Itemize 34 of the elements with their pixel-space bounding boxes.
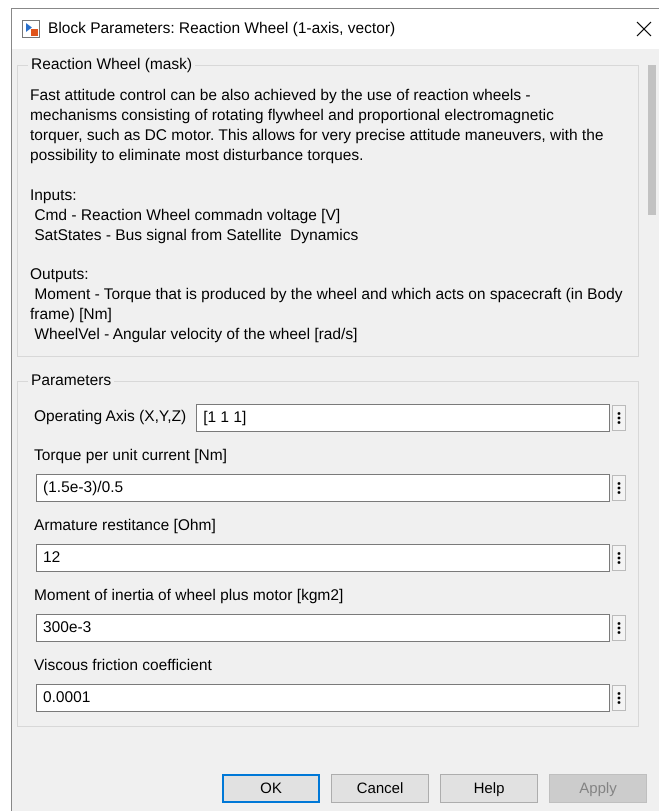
- more-options-button[interactable]: [612, 614, 626, 641]
- description-text: Fast attitude control can be also achieved by the use of reaction wheels - mechanisms consisting of rotating flywheel and proportional electromagnetic torquer, such as DC motor. This allows for very precise attitude maneuvers, with the possibility to eliminate most disturbance torques.: [30, 86, 604, 166]
- dialog-button[interactable]: OK: [222, 774, 320, 803]
- field-label: Moment of inertia of wheel plus motor [kgm2]: [34, 586, 344, 606]
- field-label: Armature restitance [Ohm]: [34, 516, 217, 536]
- dialog-button[interactable]: Help: [440, 774, 538, 803]
- port-description: WheelVel - Angular velocity of the wheel [rad/s]: [33, 325, 358, 346]
- ellipsis-icon: [617, 410, 621, 425]
- field-label: Torque per unit current [Nm]: [34, 446, 228, 466]
- text-field[interactable]: 12: [36, 544, 610, 572]
- ellipsis-icon: [617, 620, 621, 635]
- text-field[interactable]: 300e-3: [36, 614, 610, 642]
- ellipsis-icon: [617, 550, 621, 565]
- section-heading: Inputs:: [30, 186, 78, 206]
- ellipsis-icon: [617, 480, 621, 495]
- section-heading: Outputs:: [30, 264, 90, 285]
- text-field[interactable]: [1 1 1]: [196, 404, 610, 432]
- port-description: SatStates - Bus signal from Satellite Dynamics: [33, 226, 360, 246]
- text-field[interactable]: 0.0001: [36, 684, 610, 712]
- more-options-button[interactable]: [612, 544, 626, 571]
- more-options-button[interactable]: [612, 685, 626, 712]
- close-icon: [636, 21, 652, 37]
- app-icon: [22, 20, 40, 38]
- group-title: Reaction Wheel (mask): [28, 55, 196, 76]
- field-label: Operating Axis (X,Y,Z): [34, 407, 186, 428]
- port-description: Moment - Torque that is produced by the wheel and which acts on spacecraft (in Body frame) [Nm]: [30, 285, 624, 326]
- dialog-button[interactable]: Cancel: [331, 774, 429, 803]
- text-field[interactable]: (1.5e-3)/0.5: [36, 474, 610, 502]
- port-description: Cmd - Reaction Wheel commadn voltage [V]: [33, 206, 342, 226]
- window-title: Block Parameters: Reaction Wheel (1-axis, vector): [48, 18, 396, 39]
- more-options-button[interactable]: [612, 474, 626, 501]
- more-options-button[interactable]: [612, 404, 626, 431]
- ellipsis-icon: [617, 691, 621, 706]
- field-label: Viscous friction coefficient: [34, 656, 213, 676]
